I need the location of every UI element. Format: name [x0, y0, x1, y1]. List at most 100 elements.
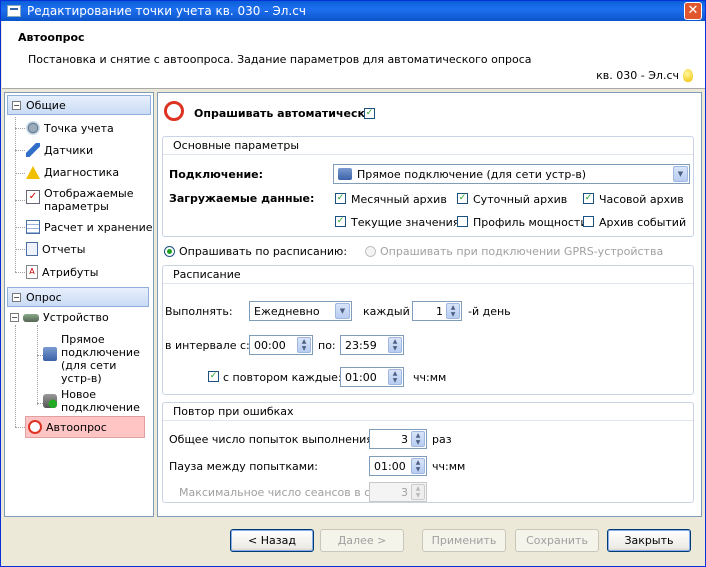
repeat-checkbox[interactable]: ✓: [208, 371, 219, 382]
connection-select[interactable]: Прямое подключение (для сети устр-в) ▼: [333, 164, 690, 184]
page-title: Автоопрос: [18, 31, 85, 44]
loaded-data-label: Загружаемые данные:: [169, 192, 315, 205]
window-title: Редактирование точки учета кв. 030 - Эл.…: [27, 4, 306, 18]
current-values-checkbox[interactable]: ✓: [335, 216, 346, 227]
nav-tree: − Общие Точка учета Датчики Диагностика …: [4, 92, 154, 517]
auto-poll-checkbox[interactable]: ✓: [364, 108, 375, 119]
max-sessions-label: Максимальное число сеансов в сутки:: [179, 486, 401, 499]
interval-from-input[interactable]: 00:00 ▲ ▼: [249, 335, 313, 355]
day-value: 1: [436, 304, 443, 318]
event-archive-checkbox[interactable]: [583, 216, 594, 227]
sidebar-item-device[interactable]: − Устройство: [10, 311, 109, 324]
sidebar-item-label: Отображаемые параметры: [44, 187, 134, 213]
total-attempts-unit: раз: [432, 433, 452, 446]
max-sessions-value: 3: [401, 485, 408, 499]
attribute-icon: A: [26, 265, 38, 279]
interval-label: в интервале с:: [165, 339, 250, 352]
window-icon: [7, 5, 21, 17]
add-connection-icon: [43, 394, 57, 408]
collapse-icon[interactable]: −: [12, 100, 21, 110]
sidebar-item-direct-connection[interactable]: Прямое подключение (для сети устр-в): [43, 333, 143, 385]
sidebar-item-label: Прямое подключение (для сети устр-в): [61, 333, 140, 385]
sidebar-item-calc-storage[interactable]: Расчет и хранение: [26, 220, 153, 234]
group-title: Основные параметры: [163, 137, 693, 155]
run-frequency-select[interactable]: Ежедневно ▼: [249, 301, 352, 321]
pause-label: Пауза между попытками:: [169, 460, 318, 473]
page-header: Автоопрос Постановка и снятие с автоопро…: [2, 21, 705, 89]
main-panel: Опрашивать автоматически ✓ Основные пара…: [157, 92, 702, 517]
collapse-icon[interactable]: −: [12, 292, 21, 302]
event-archive-label: Архив событий: [599, 216, 687, 229]
spin-arrows-icon[interactable]: ▲ ▼: [411, 458, 425, 474]
day-stepper[interactable]: 1 ▲ ▼: [412, 301, 462, 321]
schedule-radio[interactable]: [164, 246, 175, 257]
title-bar: Редактирование точки учета кв. 030 - Эл.…: [1, 1, 705, 21]
point-info: кв. 030 - Эл.сч: [596, 69, 693, 82]
sidebar-item-autopoll[interactable]: Автоопрос: [25, 416, 145, 438]
apply-button[interactable]: Применить: [422, 529, 506, 552]
sidebar-item-reports[interactable]: Отчеты: [26, 242, 85, 256]
pause-input[interactable]: 01:00 ▲ ▼: [369, 456, 427, 476]
page-description: Постановка и снятие с автоопроса. Задани…: [28, 53, 532, 66]
repeat-interval-input[interactable]: 01:00 ▲ ▼: [340, 367, 404, 387]
point-name: кв. 030 - Эл.сч: [596, 69, 679, 82]
interval-to-input[interactable]: 23:59 ▲ ▼: [340, 335, 404, 355]
power-profile-label: Профиль мощности: [473, 216, 588, 229]
sidebar-item-sensors[interactable]: Датчики: [26, 143, 93, 157]
sidebar-item-diagnostics[interactable]: Диагностика: [26, 166, 119, 179]
daily-archive-checkbox[interactable]: ✓: [457, 193, 468, 204]
every-label: каждый: [363, 305, 410, 318]
sidebar-item-label: Устройство: [43, 311, 109, 324]
sidebar-item-label: Автоопрос: [46, 420, 107, 434]
close-window-button[interactable]: ✕: [684, 2, 702, 20]
nav-group-general[interactable]: − Общие: [7, 95, 151, 115]
warning-icon: [26, 166, 40, 179]
sidebar-item-displayed-params[interactable]: ✓ Отображаемые параметры: [26, 187, 134, 213]
sidebar-item-label: Точка учета: [44, 121, 114, 135]
sidebar-item-attributes[interactable]: A Атрибуты: [26, 265, 98, 279]
save-button[interactable]: Сохранить: [515, 529, 599, 552]
collapse-icon[interactable]: −: [10, 313, 19, 322]
run-frequency-value: Ежедневно: [254, 304, 320, 318]
gprs-radio[interactable]: [365, 246, 376, 257]
power-profile-checkbox[interactable]: [457, 216, 468, 227]
max-sessions-stepper[interactable]: 3 ▲ ▼: [369, 482, 427, 502]
spin-arrows-icon[interactable]: ▲ ▼: [446, 303, 460, 319]
hourly-archive-label: Часовой архив: [599, 193, 684, 206]
monthly-archive-checkbox[interactable]: ✓: [335, 193, 346, 204]
sidebar-item-label: Расчет и хранение: [44, 220, 153, 234]
close-button[interactable]: Закрыть: [607, 529, 691, 552]
spin-arrows-icon[interactable]: ▲ ▼: [388, 337, 402, 353]
connection-label: Подключение:: [169, 168, 264, 181]
schedule-group: Расписание Выполнять: Ежедневно ▼ каждый…: [162, 265, 694, 395]
retry-group: Повтор при ошибках Общее число попыток в…: [162, 402, 694, 503]
spin-arrows-icon[interactable]: ▲ ▼: [411, 431, 425, 447]
sidebar-item-label: Отчеты: [42, 242, 86, 256]
total-attempts-value: 3: [401, 432, 408, 446]
pause-value: 01:00: [374, 459, 406, 473]
nav-group-poll[interactable]: − Опрос: [7, 287, 149, 307]
group-title: Повтор при ошибках: [163, 403, 693, 421]
table-icon: [26, 220, 40, 234]
hourly-archive-checkbox[interactable]: ✓: [583, 193, 594, 204]
network-icon: [338, 168, 352, 180]
back-button[interactable]: < Назад: [230, 529, 314, 552]
sidebar-item-new-connection[interactable]: Новое подключение: [43, 388, 143, 414]
run-label: Выполнять:: [165, 305, 233, 318]
pause-unit: чч:мм: [432, 460, 466, 473]
connection-value: Прямое подключение (для сети устр-в): [357, 167, 587, 181]
nav-group-label: Общие: [26, 98, 66, 112]
spin-arrows-icon[interactable]: ▲ ▼: [411, 484, 425, 500]
spin-arrows-icon[interactable]: ▲ ▼: [297, 337, 311, 353]
meter-icon: [26, 121, 40, 135]
alarm-clock-icon: [164, 101, 184, 121]
dialog-window: Редактирование точки учета кв. 030 - Эл.…: [0, 0, 706, 567]
chevron-down-icon: ▼: [673, 166, 688, 182]
total-attempts-stepper[interactable]: 3 ▲ ▼: [369, 429, 427, 449]
sidebar-item-point[interactable]: Точка учета: [26, 121, 114, 135]
nav-group-label: Опрос: [26, 290, 62, 304]
repeat-unit: чч:мм: [413, 371, 447, 384]
next-button[interactable]: Далее >: [320, 529, 404, 552]
spin-arrows-icon[interactable]: ▲ ▼: [388, 369, 402, 385]
sidebar-item-label: Диагностика: [44, 166, 120, 179]
